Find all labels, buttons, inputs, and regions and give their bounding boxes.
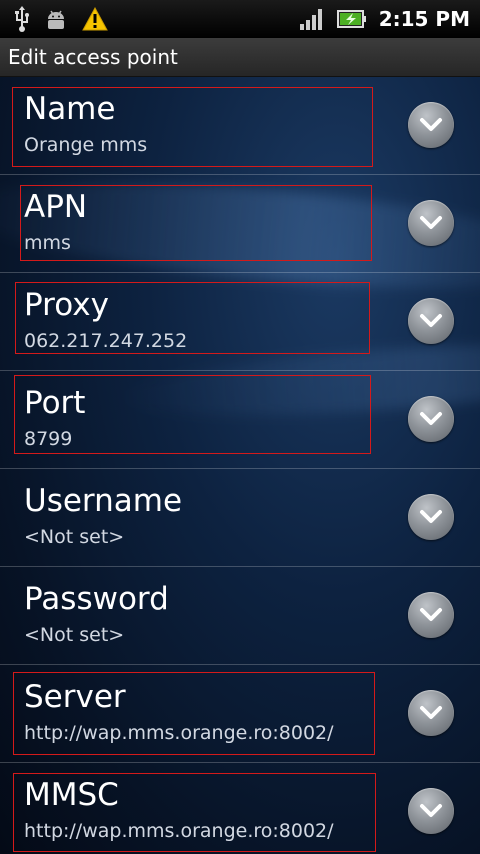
page-title: Edit access point <box>8 45 178 69</box>
warning-icon <box>82 7 108 31</box>
chevron-down-icon[interactable] <box>408 592 454 638</box>
settings-list: Name Orange mms APN mms Proxy 062.217.24… <box>0 77 480 854</box>
setting-value: <Not set> <box>24 624 125 646</box>
android-debug-icon <box>44 7 68 31</box>
setting-label: APN <box>24 189 88 225</box>
status-bar: 2:15 PM <box>0 0 480 38</box>
setting-label: Port <box>24 385 86 421</box>
setting-value: 062.217.247.252 <box>24 330 188 352</box>
signal-icon <box>299 8 325 30</box>
setting-value: Orange mms <box>24 134 148 156</box>
battery-charging-icon <box>336 8 367 30</box>
setting-value: mms <box>24 232 71 254</box>
setting-value: http://wap.mms.orange.ro:8002/ <box>24 722 334 744</box>
setting-server[interactable]: Server http://wap.mms.orange.ro:8002/ <box>0 665 480 763</box>
chevron-down-icon[interactable] <box>408 396 454 442</box>
setting-apn[interactable]: APN mms <box>0 175 480 273</box>
chevron-down-icon[interactable] <box>408 200 454 246</box>
clock: 2:15 PM <box>378 7 470 31</box>
setting-value: 8799 <box>24 428 73 450</box>
usb-icon <box>14 6 30 32</box>
setting-mmsc[interactable]: MMSC http://wap.mms.orange.ro:8002/ <box>0 763 480 854</box>
setting-label: Password <box>24 581 169 617</box>
chevron-down-icon[interactable] <box>408 788 454 834</box>
screen: 2:15 PM Edit access point Name Orange mm… <box>0 0 480 854</box>
setting-password[interactable]: Password <Not set> <box>0 567 480 665</box>
title-bar: Edit access point <box>0 38 480 77</box>
setting-name[interactable]: Name Orange mms <box>0 77 480 175</box>
chevron-down-icon[interactable] <box>408 690 454 736</box>
setting-label: MMSC <box>24 777 119 813</box>
setting-proxy[interactable]: Proxy 062.217.247.252 <box>0 273 480 371</box>
chevron-down-icon[interactable] <box>408 298 454 344</box>
setting-value: http://wap.mms.orange.ro:8002/ <box>24 820 334 842</box>
setting-label: Username <box>24 483 183 519</box>
chevron-down-icon[interactable] <box>408 102 454 148</box>
setting-label: Proxy <box>24 287 109 323</box>
setting-label: Name <box>24 91 116 127</box>
setting-port[interactable]: Port 8799 <box>0 371 480 469</box>
setting-label: Server <box>24 679 126 715</box>
chevron-down-icon[interactable] <box>408 494 454 540</box>
setting-value: <Not set> <box>24 526 125 548</box>
setting-username[interactable]: Username <Not set> <box>0 469 480 567</box>
